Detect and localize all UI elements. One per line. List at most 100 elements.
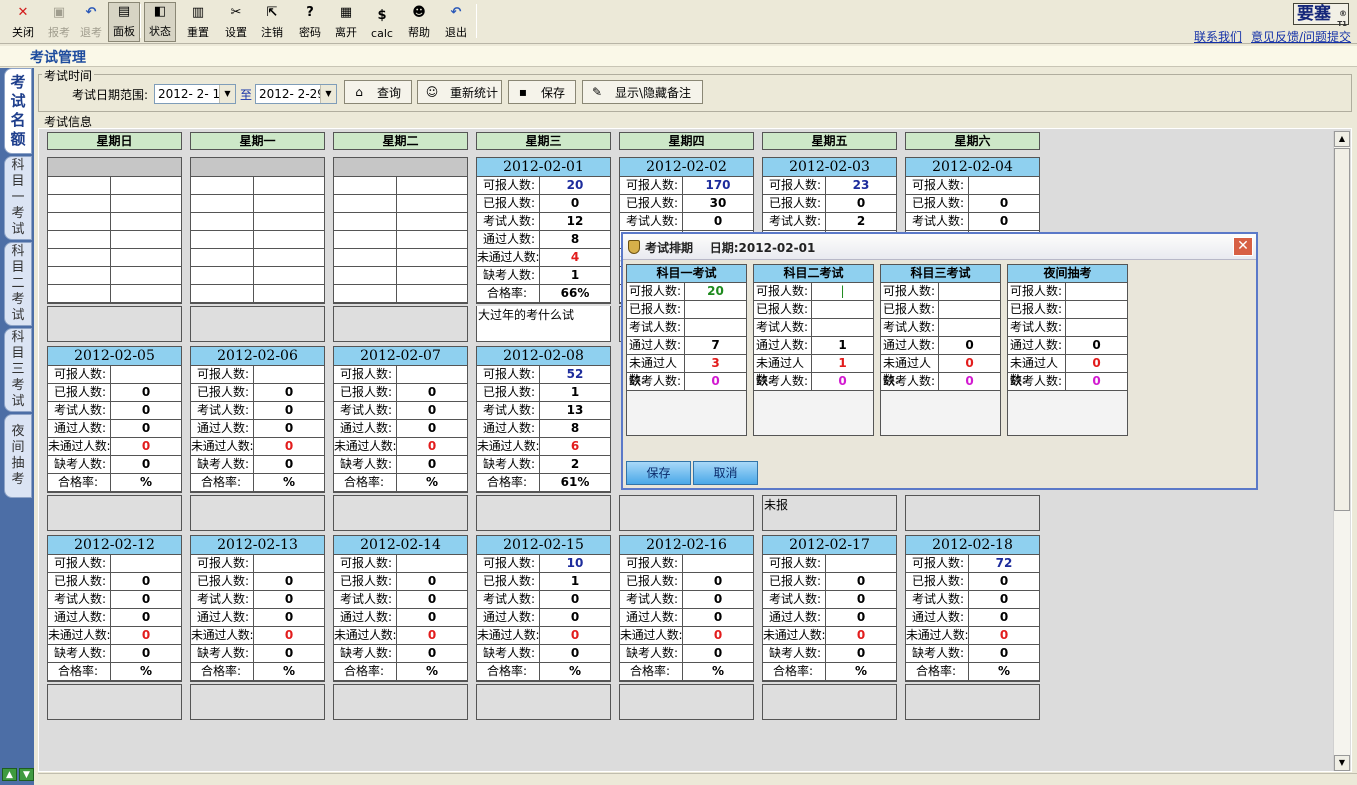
- day-cell[interactable]: 2012-02-01 可报人数: 20 已报人数: 0 考试人数: 12 通过人数: 8 未通过人…: [476, 157, 611, 304]
- day-cell[interactable]: 2012-02-16 可报人数: 已报人数: 0 考试人数: 0 通过人数: 0 未通过人数: 0…: [619, 535, 754, 682]
- stat-label: 考试人数:: [477, 213, 540, 230]
- scroll-thumb[interactable]: [1334, 148, 1350, 511]
- dialog-stat-value[interactable]: [685, 319, 746, 336]
- dialog-stat-value[interactable]: 0: [1066, 355, 1127, 372]
- scroll-down-icon[interactable]: ▼: [1334, 755, 1350, 771]
- start-date-picker[interactable]: 2012- 2- 1 ▼: [154, 84, 236, 104]
- stat-label: [191, 267, 254, 284]
- toolbar-leave-button[interactable]: ▦ 离开: [330, 2, 362, 42]
- dialog-note[interactable]: [627, 391, 746, 435]
- day-cell[interactable]: [47, 157, 182, 304]
- toolbar-panel-button[interactable]: ▤ 面板: [108, 2, 140, 42]
- next-icon[interactable]: ▼: [19, 768, 34, 781]
- day-cell[interactable]: 2012-02-13 可报人数: 已报人数: 0 考试人数: 0 通过人数: 0 未通过人数: 0…: [190, 535, 325, 682]
- day-cell[interactable]: 2012-02-14 可报人数: 已报人数: 0 考试人数: 0 通过人数: 0 未通过人数: 0…: [333, 535, 468, 682]
- stat-label: 已报人数:: [48, 573, 111, 590]
- reset-icon: ▥: [191, 5, 205, 20]
- dialog-stat-row: 缺考人数: 0: [627, 373, 746, 391]
- toolbar-calculator-button[interactable]: $ calc: [367, 2, 397, 42]
- day-cell[interactable]: [190, 157, 325, 304]
- dialog-stat-value[interactable]: 3: [685, 355, 746, 372]
- dialog-stat-value[interactable]: [1066, 283, 1127, 300]
- dialog-stat-value[interactable]: 0: [939, 373, 1000, 390]
- dialog-stat-value[interactable]: 0: [1066, 373, 1127, 390]
- toolbar-status-button[interactable]: ◧ 状态: [144, 2, 176, 42]
- stat-label: 可报人数:: [763, 555, 826, 572]
- dialog-stat-value[interactable]: [939, 319, 1000, 336]
- dialog-stat-row: 已报人数:: [1008, 301, 1127, 319]
- dialog-save-button[interactable]: 保存: [626, 461, 691, 485]
- day-cell[interactable]: 2012-02-15 可报人数: 10 已报人数: 1 考试人数: 0 通过人数: 0 未通过人数…: [476, 535, 611, 682]
- tab-side-3[interactable]: 科目二考试: [4, 242, 32, 326]
- dialog-stat-value[interactable]: 1: [812, 355, 873, 372]
- dialog-stat-value[interactable]: [1066, 319, 1127, 336]
- vertical-scrollbar[interactable]: ▲ ▼: [1333, 131, 1350, 771]
- dialog-stat-value[interactable]: [939, 301, 1000, 318]
- day-cell[interactable]: 2012-02-05 可报人数: 已报人数: 0 考试人数: 0 通过人数: 0 未通过人数: 0…: [47, 346, 182, 493]
- dialog-note[interactable]: [754, 391, 873, 435]
- dialog-stat-value[interactable]: 0: [812, 373, 873, 390]
- tab-side-5[interactable]: 夜间抽考: [4, 414, 32, 498]
- day-cell[interactable]: 2012-02-07 可报人数: 已报人数: 0 考试人数: 0 通过人数: 0 未通过人数: 0…: [333, 346, 468, 493]
- toggle-note-button[interactable]: ✎ 显示\隐藏备注: [582, 80, 703, 104]
- toolbar-help-button[interactable]: ☻ 帮助: [403, 2, 435, 42]
- stat-row: 未通过人数: 0: [477, 627, 610, 645]
- dialog-stat-value[interactable]: 7: [685, 337, 746, 354]
- stat-row: 已报人数: 1: [477, 384, 610, 402]
- save-button[interactable]: ▪ 保存: [508, 80, 576, 104]
- day-cell[interactable]: 2012-02-08 可报人数: 52 已报人数: 1 考试人数: 13 通过人数: 8 未通过人…: [476, 346, 611, 493]
- recount-button[interactable]: ☺ 重新统计: [417, 80, 502, 104]
- stat-row: 通过人数: 0: [763, 609, 896, 627]
- dialog-stat-value[interactable]: 0: [685, 373, 746, 390]
- contact-link[interactable]: 联系我们: [1194, 28, 1242, 45]
- end-date-picker[interactable]: 2012- 2-29 ▼: [255, 84, 337, 104]
- dialog-note[interactable]: [881, 391, 1000, 435]
- dialog-stat-value[interactable]: 0: [939, 337, 1000, 354]
- feedback-link[interactable]: 意见反馈/问题提交: [1251, 28, 1351, 45]
- dialog-stat-value[interactable]: [685, 301, 746, 318]
- day-cell[interactable]: 2012-02-18 可报人数: 72 已报人数: 0 考试人数: 0 通过人数: 0 未通过人数…: [905, 535, 1040, 682]
- tab-side-1[interactable]: 考试名额: [4, 68, 32, 154]
- toolbar-reset-button[interactable]: ▥ 重置: [182, 2, 214, 42]
- dialog-stat-value[interactable]: 0: [1066, 337, 1127, 354]
- dialog-stat-label: 已报人数:: [754, 301, 812, 318]
- dialog-stat-value[interactable]: [812, 319, 873, 336]
- dialog-cancel-button[interactable]: 取消: [693, 461, 758, 485]
- toolbar-exit-button[interactable]: ↶ 退出: [440, 2, 472, 42]
- toolbar-close-button[interactable]: ✕ 关闭: [5, 2, 41, 42]
- stat-row: 未通过人数: 0: [191, 627, 324, 645]
- stat-value: [397, 366, 467, 383]
- scroll-up-icon[interactable]: ▲: [1334, 131, 1350, 147]
- nav-arrows: ▲ ▼: [2, 768, 34, 782]
- stat-row: 通过人数: 0: [477, 609, 610, 627]
- day-cell[interactable]: [333, 157, 468, 304]
- toolbar-logout-button[interactable]: ⇱ 注销: [256, 2, 288, 42]
- dialog-stat-value[interactable]: |: [812, 283, 873, 300]
- dialog-stat-value[interactable]: 1: [812, 337, 873, 354]
- dialog-stat-value[interactable]: [812, 301, 873, 318]
- dialog-stat-value[interactable]: 20: [685, 283, 746, 300]
- day-cell[interactable]: 2012-02-06 可报人数: 已报人数: 0 考试人数: 0 通过人数: 0 未通过人数: 0…: [190, 346, 325, 493]
- query-button[interactable]: ⌂ 查询: [344, 80, 412, 104]
- day-cell[interactable]: 2012-02-12 可报人数: 已报人数: 0 考试人数: 0 通过人数: 0 未通过人数: 0…: [47, 535, 182, 682]
- dialog-stat-value[interactable]: [939, 283, 1000, 300]
- toolbar-password-button[interactable]: ? 密码: [294, 2, 326, 42]
- tab-side-2[interactable]: 科目一考试: [4, 156, 32, 240]
- dialog-note[interactable]: [1008, 391, 1127, 435]
- stat-label: 通过人数:: [48, 420, 111, 437]
- day-cell[interactable]: 2012-02-17 可报人数: 已报人数: 0 考试人数: 0 通过人数: 0 未通过人数: 0…: [762, 535, 897, 682]
- day-date: [48, 158, 181, 177]
- toolbar-register-button[interactable]: ▣ 报考: [44, 2, 74, 42]
- dialog-stat-value[interactable]: [1066, 301, 1127, 318]
- toolbar-undo-button[interactable]: ↶ 退考: [76, 2, 106, 42]
- prev-icon[interactable]: ▲: [2, 768, 17, 781]
- close-icon[interactable]: ✕: [1233, 237, 1253, 256]
- tab-side-4[interactable]: 科目三考试: [4, 328, 32, 412]
- day-note: [47, 684, 182, 720]
- toolbar-settings-button[interactable]: ✂ 设置: [220, 2, 252, 42]
- dialog-stat-value[interactable]: 0: [939, 355, 1000, 372]
- chevron-down-icon[interactable]: ▼: [320, 85, 336, 103]
- stat-value: 0: [141, 439, 151, 453]
- chevron-down-icon[interactable]: ▼: [219, 85, 235, 103]
- day-note: [333, 495, 468, 531]
